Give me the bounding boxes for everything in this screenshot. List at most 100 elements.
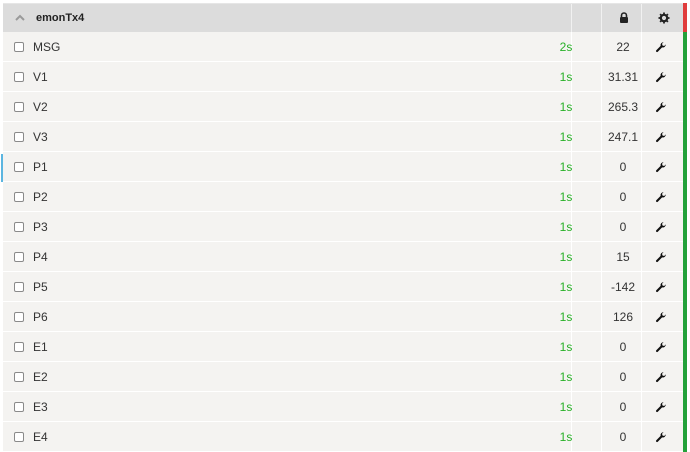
row-divider [641,362,642,392]
feed-row: P4 1s 15 [3,242,687,272]
row-checkbox[interactable] [14,282,24,292]
row-checkbox[interactable] [14,252,24,262]
feed-age: 1s [559,340,573,354]
wrench-icon[interactable] [655,371,667,383]
feed-status-indicator [683,182,687,212]
wrench-icon[interactable] [655,41,667,53]
feed-age: 1s [559,250,573,264]
row-checkbox[interactable] [14,102,24,112]
row-checkbox[interactable] [14,132,24,142]
feed-status-indicator [683,122,687,152]
feed-key: V3 [33,130,48,144]
feed-age: 1s [559,100,573,114]
feed-row: P5 1s -142 [3,272,687,302]
chevron-up-icon[interactable] [15,13,25,23]
wrench-icon[interactable] [655,191,667,203]
feed-value: 0 [619,190,627,204]
feed-age: 1s [559,280,573,294]
feed-status-indicator [683,302,687,332]
feed-status-indicator [683,62,687,92]
feed-row: P6 1s 126 [3,302,687,332]
feed-row: V2 1s 265.3 [3,92,687,122]
feed-key: P4 [33,250,48,264]
row-checkbox[interactable] [14,432,24,442]
feed-row: MSG 2s 22 [3,32,687,62]
row-divider [641,302,642,332]
row-checkbox[interactable] [14,222,24,232]
row-checkbox[interactable] [14,192,24,202]
feed-value: 0 [619,430,627,444]
feed-key: P2 [33,190,48,204]
feed-value: 247.1 [607,130,639,144]
feed-key: E1 [33,340,48,354]
feed-value: 0 [619,220,627,234]
feed-age: 1s [559,130,573,144]
wrench-icon[interactable] [655,401,667,413]
feed-key: V2 [33,100,48,114]
wrench-icon[interactable] [655,341,667,353]
header-divider [601,4,602,33]
feed-row: E3 1s 0 [3,392,687,422]
feed-status-indicator [683,422,687,452]
feed-key: E4 [33,430,48,444]
feed-key: E2 [33,370,48,384]
feed-row: E4 1s 0 [3,422,687,452]
row-divider [641,242,642,272]
node-header[interactable]: emonTx4 [3,3,687,33]
row-divider [641,182,642,212]
node-status-indicator [683,3,687,33]
row-checkbox[interactable] [14,72,24,82]
feed-list: MSG 2s 22 V1 1s 31.31 V2 1s 265.3 V3 1s … [1,32,687,452]
feed-age: 1s [559,70,573,84]
wrench-icon[interactable] [655,281,667,293]
row-divider [641,62,642,92]
feed-status-indicator [683,212,687,242]
row-divider [641,272,642,302]
feed-key: MSG [33,40,61,54]
feed-row: V3 1s 247.1 [3,122,687,152]
feed-status-indicator [683,272,687,302]
row-divider [641,332,642,362]
feed-value: 126 [612,310,634,324]
feed-value: -142 [610,280,636,294]
feed-status-indicator [683,32,687,62]
wrench-icon[interactable] [655,221,667,233]
row-checkbox[interactable] [14,342,24,352]
wrench-icon[interactable] [655,101,667,113]
feed-age: 1s [559,400,573,414]
row-divider [641,32,642,62]
row-divider [641,92,642,122]
feed-row: P3 1s 0 [3,212,687,242]
row-checkbox[interactable] [14,42,24,52]
row-divider [641,392,642,422]
feed-key: V1 [33,70,48,84]
feed-key: P3 [33,220,48,234]
gear-icon[interactable] [658,12,670,24]
feed-status-indicator [683,362,687,392]
row-checkbox[interactable] [14,312,24,322]
header-divider [571,4,572,33]
feed-key: P6 [33,310,48,324]
row-divider [641,422,642,452]
wrench-icon[interactable] [655,161,667,173]
row-checkbox[interactable] [14,372,24,382]
wrench-icon[interactable] [655,71,667,83]
feed-key: P5 [33,280,48,294]
wrench-icon[interactable] [655,251,667,263]
feed-age: 1s [559,160,573,174]
input-node-panel: emonTx4 MSG 2s 22 V1 1s 31.31 V2 1s 265.… [0,0,690,452]
row-checkbox[interactable] [14,162,24,172]
feed-key: E3 [33,400,48,414]
row-checkbox[interactable] [14,402,24,412]
wrench-icon[interactable] [655,311,667,323]
header-divider [641,4,642,33]
feed-status-indicator [683,92,687,122]
feed-row: E2 1s 0 [3,362,687,392]
wrench-icon[interactable] [655,431,667,443]
node-name: emonTx4 [36,12,85,24]
feed-key: P1 [33,160,48,174]
row-divider [641,152,642,182]
lock-icon[interactable] [618,12,630,24]
feed-status-indicator [683,392,687,422]
wrench-icon[interactable] [655,131,667,143]
